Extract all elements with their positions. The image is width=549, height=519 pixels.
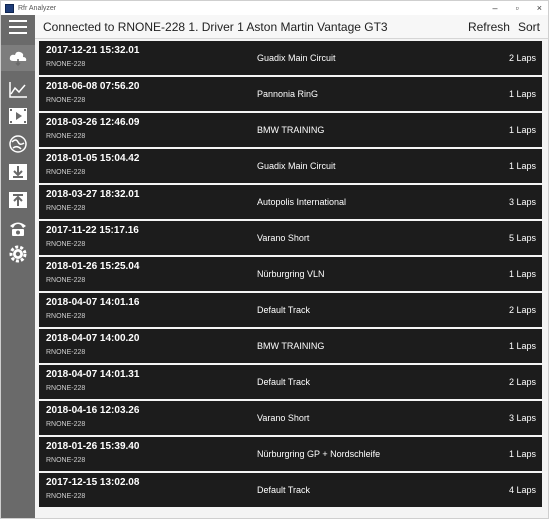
settings-icon[interactable]: [1, 241, 35, 267]
session-device: RNONE-228: [46, 421, 86, 428]
session-laps: 1 Laps: [508, 161, 536, 171]
session-laps: 2 Laps: [508, 53, 536, 63]
session-datetime: 2018-01-26 15:39.40: [46, 441, 140, 452]
session-laps: 1 Laps: [508, 449, 536, 459]
session-device: RNONE-228: [46, 133, 86, 140]
connection-status: Connected to RNONE-228 1. Driver 1 Aston…: [43, 20, 388, 34]
session-device: RNONE-228: [46, 169, 86, 176]
session-row[interactable]: 2018-06-08 07:56.20 RNONE-228 Pannonia Rin…: [39, 77, 542, 111]
session-device: RNONE-228: [46, 313, 86, 320]
session-track: Default Track: [257, 485, 311, 495]
video-icon[interactable]: [1, 103, 35, 129]
sort-button[interactable]: Sort: [518, 20, 540, 34]
session-device: RNONE-228: [46, 385, 86, 392]
session-datetime: 2018-04-07 14:00.20: [46, 333, 140, 344]
telephone-icon[interactable]: [1, 215, 35, 241]
session-device: RNONE-228: [46, 61, 86, 68]
session-track: Varano Short: [257, 233, 310, 243]
hamburger-menu-button[interactable]: [1, 15, 35, 39]
download-icon[interactable]: [1, 159, 35, 185]
session-track: BMW TRAINING: [257, 125, 325, 135]
session-track: Guadix Main Circuit: [257, 53, 336, 63]
cloud-icon[interactable]: [1, 45, 35, 71]
session-track: Default Track: [257, 305, 311, 315]
title-bar: Rfr Analyzer – ▫ ×: [1, 1, 548, 15]
session-row[interactable]: 2018-01-05 15:04.42 RNONE-228 Guadix Main …: [39, 149, 542, 183]
session-row[interactable]: 2017-12-21 15:32.01 RNONE-228 Guadix Main …: [39, 41, 542, 75]
session-device: RNONE-228: [46, 277, 86, 284]
close-button[interactable]: ×: [537, 3, 542, 13]
menu-line: [9, 20, 27, 22]
session-device: RNONE-228: [46, 493, 86, 500]
session-datetime: 2017-12-15 13:02.08: [46, 477, 140, 488]
session-row[interactable]: 2017-11-22 15:17.16 RNONE-228 Varano Short…: [39, 221, 542, 255]
upload-icon[interactable]: [1, 187, 35, 213]
session-laps: 3 Laps: [508, 413, 536, 423]
session-row[interactable]: 2017-12-15 13:02.08 RNONE-228 Default Trac…: [39, 473, 542, 507]
session-row[interactable]: 2018-01-26 15:25.04 RNONE-228 Nürburgring …: [39, 257, 542, 291]
refresh-button[interactable]: Refresh: [468, 20, 510, 34]
session-datetime: 2018-04-16 12:03.26: [46, 405, 140, 416]
session-row[interactable]: 2018-04-07 14:00.20 RNONE-228 BMW TRAINING…: [39, 329, 542, 363]
session-laps: 1 Laps: [508, 341, 536, 351]
session-datetime: 2018-01-05 15:04.42: [46, 153, 140, 164]
session-list: 2017-12-21 15:32.01 RNONE-228 Guadix Main …: [39, 41, 542, 518]
minimize-button[interactable]: –: [493, 3, 498, 13]
session-datetime: 2018-03-26 12:46.09: [46, 117, 140, 128]
session-datetime: 2018-04-07 14:01.16: [46, 297, 140, 308]
window-title: Rfr Analyzer: [18, 4, 57, 12]
app-logo-icon: [5, 3, 14, 13]
session-track: Default Track: [257, 377, 311, 387]
maximize-button[interactable]: ▫: [516, 3, 519, 13]
session-datetime: 2018-06-08 07:56.20: [46, 81, 140, 92]
top-bar: Connected to RNONE-228 1. Driver 1 Aston…: [1, 15, 548, 39]
window-controls: – ▫ ×: [493, 1, 542, 15]
session-laps: 2 Laps: [508, 377, 536, 387]
session-track: Nürburgring GP + Nordschleife: [257, 449, 381, 459]
session-laps: 5 Laps: [508, 233, 536, 243]
session-row[interactable]: 2018-04-07 14:01.31 RNONE-228 Default Trac…: [39, 365, 542, 399]
menu-line: [9, 32, 27, 34]
session-datetime: 2018-03-27 18:32.01: [46, 189, 140, 200]
session-track: Guadix Main Circuit: [257, 161, 336, 171]
session-row[interactable]: 2018-03-26 12:46.09 RNONE-228 BMW TRAINING…: [39, 113, 542, 147]
session-datetime: 2017-11-22 15:17.16: [46, 225, 139, 236]
session-track: Pannonia RinG: [257, 89, 319, 99]
session-laps: 3 Laps: [508, 197, 536, 207]
session-device: RNONE-228: [46, 241, 86, 248]
session-row[interactable]: 2018-03-27 18:32.01 RNONE-228 Autopolis In…: [39, 185, 542, 219]
session-datetime: 2018-04-07 14:01.31: [46, 369, 140, 380]
sidebar: [1, 39, 35, 518]
session-row[interactable]: 2018-04-16 12:03.26 RNONE-228 Varano Short…: [39, 401, 542, 435]
session-track: Nürburgring VLN: [257, 269, 325, 279]
session-track: BMW TRAINING: [257, 341, 325, 351]
globe-icon[interactable]: [1, 131, 35, 157]
session-laps: 1 Laps: [508, 269, 536, 279]
session-datetime: 2017-12-21 15:32.01: [46, 45, 140, 56]
session-laps: 2 Laps: [508, 305, 536, 315]
session-laps: 4 Laps: [508, 485, 536, 495]
chart-icon[interactable]: [1, 77, 35, 103]
session-laps: 1 Laps: [508, 89, 536, 99]
app-window: Rfr Analyzer – ▫ × Connected to RNONE-22…: [0, 0, 549, 519]
menu-line: [9, 26, 27, 28]
session-row[interactable]: 2018-01-26 15:39.40 RNONE-228 Nürburgring …: [39, 437, 542, 471]
session-device: RNONE-228: [46, 349, 86, 356]
session-device: RNONE-228: [46, 457, 86, 464]
session-row[interactable]: 2018-04-07 14:01.16 RNONE-228 Default Trac…: [39, 293, 542, 327]
session-device: RNONE-228: [46, 97, 86, 104]
top-actions: Refresh Sort: [468, 20, 540, 34]
session-track: Varano Short: [257, 413, 310, 423]
session-track: Autopolis International: [257, 197, 347, 207]
session-laps: 1 Laps: [508, 125, 536, 135]
session-device: RNONE-228: [46, 205, 86, 212]
session-datetime: 2018-01-26 15:25.04: [46, 261, 140, 272]
